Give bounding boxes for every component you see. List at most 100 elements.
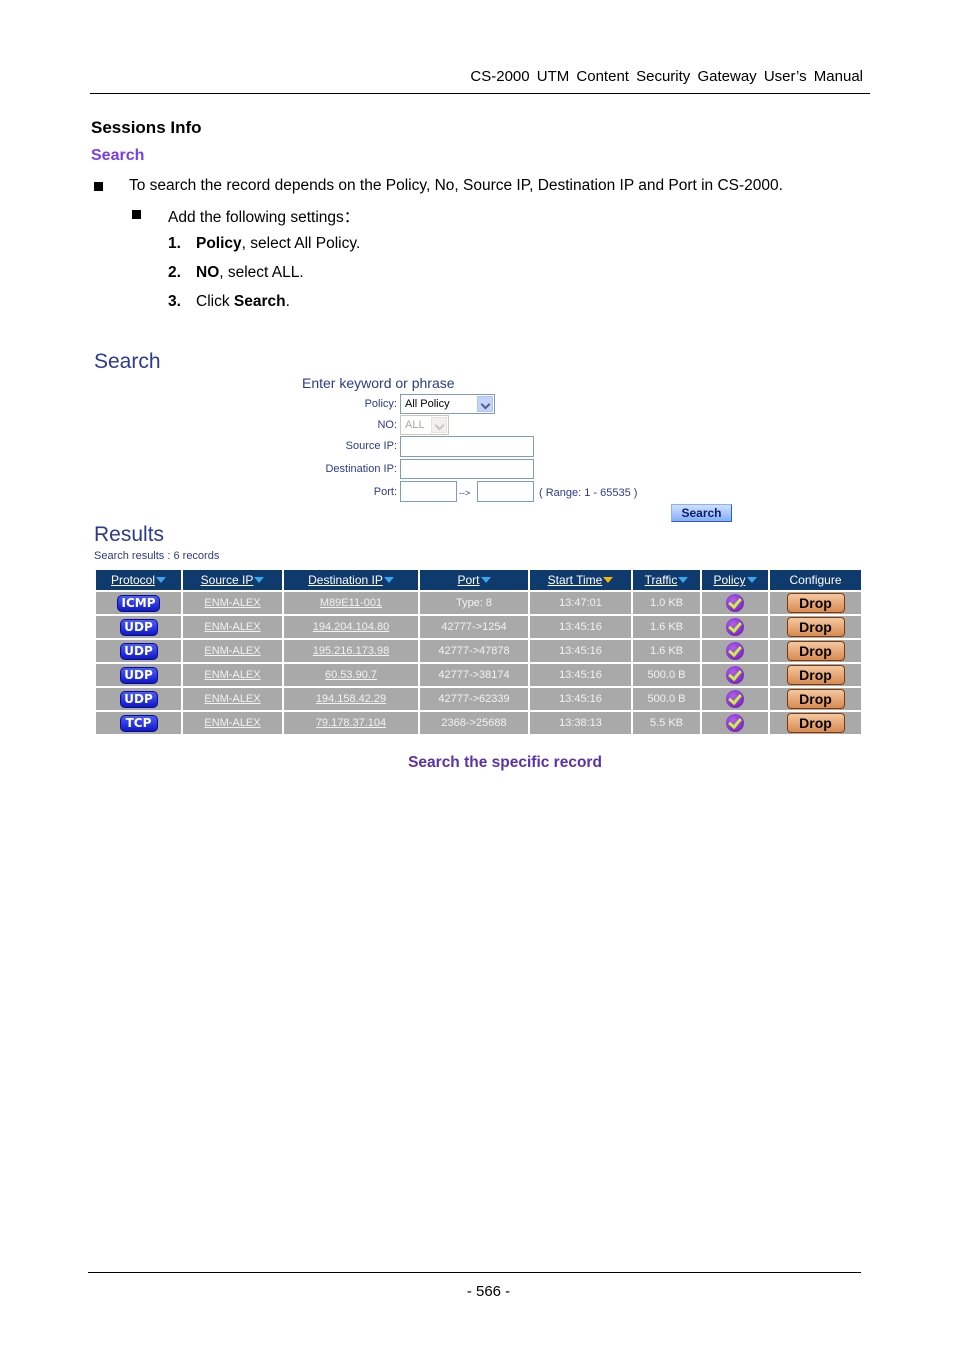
- drop-button[interactable]: Drop: [786, 617, 845, 637]
- traffic-cell: 500.0 B: [633, 688, 700, 710]
- start-time-cell: 13:45:16: [530, 664, 631, 686]
- sort-arrow-icon: [383, 577, 394, 583]
- destination-ip-cell[interactable]: 79.178.37.104: [284, 712, 418, 734]
- square-bullet-icon: [94, 182, 103, 191]
- check-icon[interactable]: [726, 690, 744, 708]
- protocol-cell: UDP: [96, 688, 181, 710]
- column-port[interactable]: Port: [420, 570, 528, 590]
- destination-ip-cell[interactable]: M89E11-001: [284, 592, 418, 614]
- column-policy[interactable]: Policy: [702, 570, 768, 590]
- destination-ip-link[interactable]: 194.204.104.80: [313, 621, 389, 633]
- destination-ip-cell[interactable]: 60.53.90.7: [284, 664, 418, 686]
- column-protocol[interactable]: Protocol: [96, 570, 181, 590]
- port-to-input[interactable]: [477, 481, 534, 502]
- source-ip-cell[interactable]: ENM-ALEX: [183, 640, 282, 662]
- configure-cell: Drop: [770, 640, 861, 662]
- start-time-cell: 13:45:16: [530, 616, 631, 638]
- traffic-cell: 1.6 KB: [633, 616, 700, 638]
- drop-button[interactable]: Drop: [786, 641, 845, 661]
- no-select-value: ALL: [405, 419, 425, 431]
- traffic-cell: 1.0 KB: [633, 592, 700, 614]
- source-ip-cell[interactable]: ENM-ALEX: [183, 616, 282, 638]
- check-icon[interactable]: [726, 666, 744, 684]
- destination-ip-link[interactable]: 194.158.42.29: [316, 693, 386, 705]
- destination-ip-cell[interactable]: 194.158.42.29: [284, 688, 418, 710]
- check-icon[interactable]: [726, 642, 744, 660]
- destination-ip-link[interactable]: 195.216.173.98: [313, 645, 389, 657]
- source-ip-label: Source IP:: [345, 440, 397, 452]
- sort-arrow-icon: [156, 577, 167, 583]
- policy-cell[interactable]: [702, 664, 768, 686]
- source-ip-link[interactable]: ENM-ALEX: [204, 645, 260, 657]
- bullet-text: To search the record depends on the Poli…: [129, 177, 783, 194]
- results-table: Protocol Source IP Destination IP Port S…: [94, 568, 863, 736]
- policy-cell[interactable]: [702, 712, 768, 734]
- destination-ip-cell[interactable]: 194.204.104.80: [284, 616, 418, 638]
- sort-arrow-icon: [678, 577, 689, 583]
- source-ip-link[interactable]: ENM-ALEX: [204, 669, 260, 681]
- policy-cell[interactable]: [702, 592, 768, 614]
- sort-arrow-icon: [480, 577, 491, 583]
- source-ip-cell[interactable]: ENM-ALEX: [183, 592, 282, 614]
- column-destination-ip[interactable]: Destination IP: [284, 570, 418, 590]
- port-from-input[interactable]: [400, 481, 457, 502]
- check-icon[interactable]: [726, 594, 744, 612]
- policy-cell[interactable]: [702, 640, 768, 662]
- policy-cell[interactable]: [702, 688, 768, 710]
- protocol-badge-icon: UDP: [119, 618, 158, 636]
- policy-cell[interactable]: [702, 616, 768, 638]
- drop-button[interactable]: Drop: [786, 713, 845, 733]
- destination-ip-input[interactable]: [400, 459, 534, 479]
- source-ip-link[interactable]: ENM-ALEX: [204, 621, 260, 633]
- column-traffic[interactable]: Traffic: [633, 570, 700, 590]
- check-icon[interactable]: [726, 618, 744, 636]
- search-hint: Enter keyword or phrase: [302, 375, 455, 391]
- policy-label: Policy:: [364, 398, 397, 410]
- source-ip-input[interactable]: [400, 436, 534, 457]
- port-range-hint: ( Range: 1 - 65535 ): [539, 487, 638, 499]
- port-arrow: -->: [459, 488, 471, 498]
- column-start-time[interactable]: Start Time: [530, 570, 631, 590]
- policy-select[interactable]: All Policy: [400, 394, 495, 414]
- table-header-row: Protocol Source IP Destination IP Port S…: [96, 570, 861, 590]
- policy-select-value: All Policy: [405, 398, 450, 410]
- port-cell: Type: 8: [420, 592, 528, 614]
- protocol-badge-icon: UDP: [119, 642, 158, 660]
- no-select[interactable]: ALL: [400, 415, 449, 435]
- protocol-cell: ICMP: [96, 592, 181, 614]
- header-divider: [90, 93, 870, 94]
- source-ip-cell[interactable]: ENM-ALEX: [183, 712, 282, 734]
- configure-cell: Drop: [770, 616, 861, 638]
- drop-button[interactable]: Drop: [786, 665, 845, 685]
- port-label: Port:: [373, 486, 397, 498]
- check-icon[interactable]: [726, 714, 744, 732]
- start-time-cell: 13:47:01: [530, 592, 631, 614]
- destination-ip-link[interactable]: M89E11-001: [320, 597, 382, 609]
- destination-ip-link[interactable]: 60.53.90.7: [325, 669, 377, 681]
- destination-ip-link[interactable]: 79.178.37.104: [316, 717, 386, 729]
- start-time-cell: 13:45:16: [530, 640, 631, 662]
- port-cell: 42777->1254: [420, 616, 528, 638]
- protocol-cell: UDP: [96, 616, 181, 638]
- source-ip-cell[interactable]: ENM-ALEX: [183, 664, 282, 686]
- source-ip-link[interactable]: ENM-ALEX: [204, 693, 260, 705]
- table-row: UDP ENM-ALEX 194.204.104.80 42777->1254 13:4…: [96, 616, 861, 638]
- source-ip-cell[interactable]: ENM-ALEX: [183, 688, 282, 710]
- column-source-ip[interactable]: Source IP: [183, 570, 282, 590]
- square-bullet-icon: [132, 210, 141, 219]
- drop-button[interactable]: Drop: [786, 593, 845, 613]
- destination-ip-cell[interactable]: 195.216.173.98: [284, 640, 418, 662]
- step-2: 2. NO, select ALL.: [168, 264, 304, 281]
- port-cell: 42777->62339: [420, 688, 528, 710]
- source-ip-link[interactable]: ENM-ALEX: [204, 597, 260, 609]
- traffic-cell: 500.0 B: [633, 664, 700, 686]
- step-1: 1. Policy, select All Policy.: [168, 235, 361, 252]
- search-button[interactable]: Search: [671, 504, 732, 522]
- sort-arrow-icon: [746, 577, 757, 583]
- step-3: 3. Click Search.: [168, 293, 290, 310]
- table-row: UDP ENM-ALEX 195.216.173.98 42777->47878 13:…: [96, 640, 861, 662]
- source-ip-link[interactable]: ENM-ALEX: [204, 717, 260, 729]
- protocol-badge-icon: UDP: [119, 690, 158, 708]
- section-title: Sessions Info: [91, 118, 202, 137]
- drop-button[interactable]: Drop: [786, 689, 845, 709]
